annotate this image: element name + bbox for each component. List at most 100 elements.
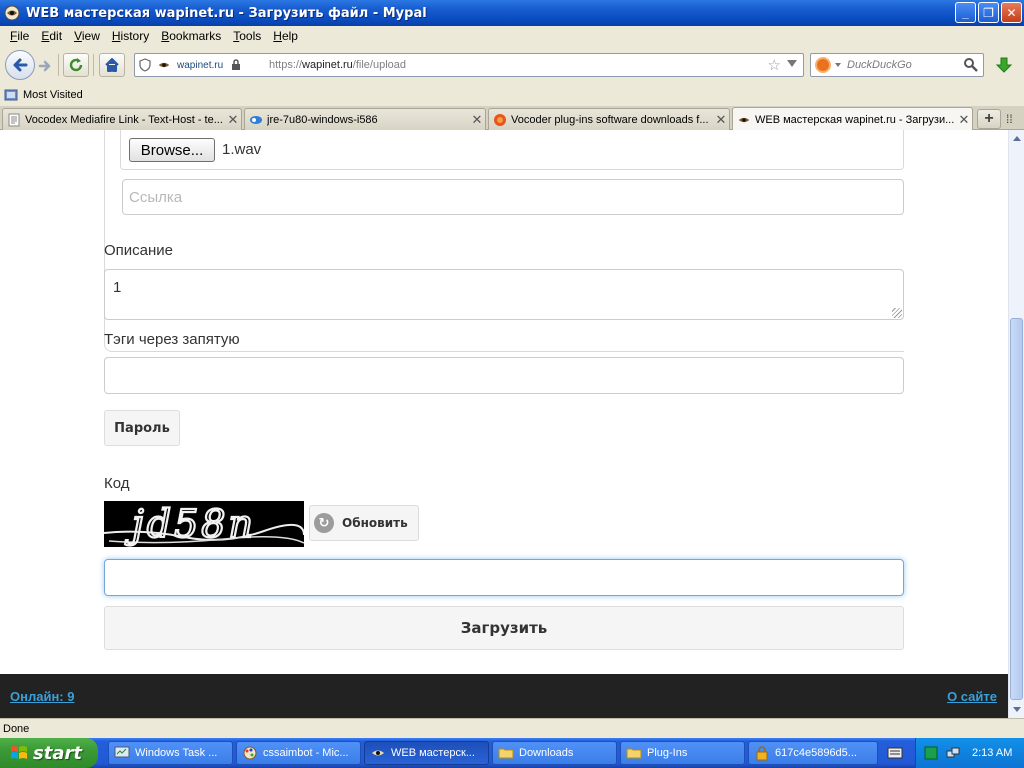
page-icon	[8, 113, 20, 126]
task-windows-task-manager[interactable]: Windows Task ...	[108, 741, 233, 765]
site-identity-button[interactable]: wapinet.ru	[135, 54, 265, 76]
menu-history[interactable]: History	[106, 29, 155, 43]
url-history-dropdown-icon[interactable]	[787, 60, 797, 67]
task-plugins-folder[interactable]: Plug-Ins	[620, 741, 745, 765]
scrollbar-thumb[interactable]	[1010, 318, 1023, 700]
maximize-button[interactable]: ❐	[978, 2, 999, 23]
downloads-button[interactable]	[990, 53, 1018, 77]
download-arrow-icon	[995, 57, 1013, 73]
captcha-text: jd58n	[125, 502, 256, 546]
reload-icon	[69, 58, 83, 72]
home-icon	[105, 58, 119, 72]
browse-file-button[interactable]: Browse...	[129, 138, 215, 162]
menu-view[interactable]: View	[68, 29, 106, 43]
nav-separator	[58, 54, 59, 76]
network-tray-icon[interactable]	[946, 746, 960, 760]
bookmarks-toolbar: Most Visited	[0, 84, 1024, 106]
tab-strip: Vocodex Mediafire Link - Text-Host - te.…	[0, 106, 1024, 131]
scroll-down-icon[interactable]	[1013, 707, 1021, 712]
page-viewport: Browse... 1.wav Описание 1 Тэги через за…	[0, 130, 1008, 718]
tab-title: Vocoder plug-ins software downloads f...	[511, 113, 709, 126]
captcha-code-input[interactable]	[104, 559, 904, 596]
tab-jre[interactable]: jre-7u80-windows-i586 ✕	[244, 108, 486, 130]
tab-vocodex[interactable]: Vocodex Mediafire Link - Text-Host - te.…	[2, 108, 242, 130]
tab-close-icon[interactable]: ✕	[956, 112, 972, 128]
password-button[interactable]: Пароль	[104, 410, 180, 446]
menu-edit[interactable]: Edit	[35, 29, 68, 43]
home-button[interactable]	[99, 53, 125, 77]
search-bar[interactable]: DuckDuckGo	[810, 53, 984, 77]
bookmark-star-icon[interactable]: ☆	[768, 56, 781, 74]
url-bar[interactable]: wapinet.ru https://wapinet.ru/file/uploa…	[134, 53, 804, 77]
tab-wapinet-active[interactable]: WEB мастерская wapinet.ru - Загрузи... ✕	[732, 107, 973, 131]
tags-input[interactable]	[104, 357, 904, 394]
close-window-button[interactable]: ✕	[1001, 2, 1022, 23]
description-textarea[interactable]: 1	[104, 269, 904, 320]
tab-close-icon[interactable]: ✕	[469, 112, 485, 128]
paint-icon	[243, 746, 257, 760]
start-label: start	[33, 742, 82, 764]
upload-submit-button[interactable]: Загрузить	[104, 606, 904, 650]
search-icon[interactable]	[963, 57, 979, 73]
tags-label: Тэги через запятую	[104, 331, 240, 348]
task-manager-icon	[114, 746, 130, 758]
browser-icon	[372, 750, 384, 756]
link-url-input[interactable]	[122, 179, 904, 215]
task-cssaimbot[interactable]: cssaimbot - Mic...	[236, 741, 361, 765]
taskbar-clock[interactable]: 2:13 AM	[972, 747, 1012, 759]
window-titlebar[interactable]: WEB мастерская wapinet.ru - Загрузить фа…	[0, 0, 1024, 26]
captcha-graphic: jd58n	[104, 501, 304, 547]
refresh-captcha-label: Обновить	[342, 516, 408, 530]
menu-tools[interactable]: Tools	[227, 29, 267, 43]
online-count-link[interactable]: Онлайн: 9	[10, 689, 74, 704]
site-identity-label: wapinet.ru	[177, 59, 224, 71]
most-visited-folder-icon	[4, 89, 18, 101]
url-text[interactable]: https://wapinet.ru/file/upload	[269, 59, 406, 71]
scroll-up-icon[interactable]	[1013, 136, 1021, 141]
keyboard-tray-icon[interactable]	[887, 746, 903, 760]
engine-dropdown-icon[interactable]	[835, 63, 841, 67]
tab-close-icon[interactable]: ✕	[713, 112, 729, 128]
refresh-captcha-button[interactable]: ↻ Обновить	[309, 505, 419, 541]
description-value: 1	[113, 279, 122, 296]
menu-help[interactable]: Help	[267, 29, 304, 43]
start-button[interactable]: start	[0, 738, 98, 768]
search-placeholder: DuckDuckGo	[847, 59, 912, 71]
task-downloads-folder[interactable]: Downloads	[492, 741, 617, 765]
textarea-resize-handle[interactable]	[892, 308, 902, 318]
tab-title: Vocodex Mediafire Link - Text-Host - te.…	[25, 113, 223, 126]
about-site-link[interactable]: О сайте	[947, 689, 997, 704]
back-arrow-icon	[13, 58, 28, 72]
mypal-browser-icon	[4, 5, 20, 21]
restore-icon: ❐	[983, 5, 994, 20]
menu-bookmarks[interactable]: Bookmarks	[155, 29, 227, 43]
search-engine-icon[interactable]	[815, 57, 831, 73]
task-web-masterskaya[interactable]: WEB мастерск...	[364, 741, 489, 765]
tab-vocoder[interactable]: Vocoder plug-ins software downloads f...…	[488, 108, 730, 130]
task-617c4e5896d5[interactable]: 617c4e5896d5...	[748, 741, 878, 765]
forward-button[interactable]	[35, 56, 55, 76]
minimize-button[interactable]: _	[955, 2, 976, 23]
padlock-icon	[232, 59, 241, 70]
status-text: Done	[3, 722, 30, 735]
wapinet-icon	[738, 117, 750, 122]
wapinet-favicon-icon	[158, 62, 170, 68]
status-bar: Done	[0, 718, 1024, 738]
window-title: WEB мастерская wapinet.ru - Загрузить фа…	[26, 5, 427, 21]
reload-button[interactable]	[63, 53, 89, 77]
new-tab-button[interactable]: +	[977, 109, 1001, 129]
page-footer: Онлайн: 9 О сайте	[0, 674, 1008, 718]
tab-list-icon[interactable]: ⁞⁞	[1006, 112, 1013, 126]
vertical-scrollbar[interactable]	[1008, 130, 1024, 718]
back-button[interactable]	[5, 50, 35, 80]
tab-title: WEB мастерская wapinet.ru - Загрузи...	[755, 113, 955, 126]
bookmark-most-visited[interactable]: Most Visited	[23, 89, 83, 101]
tab-close-icon[interactable]: ✕	[225, 112, 241, 128]
close-icon: ✕	[1006, 5, 1017, 20]
tracking-shield-icon	[139, 58, 151, 72]
navigation-toolbar: wapinet.ru https://wapinet.ru/file/uploa…	[0, 46, 1024, 84]
menu-file[interactable]: File	[4, 29, 35, 43]
windows-logo-icon	[11, 746, 27, 759]
captcha-image: jd58n	[104, 501, 304, 547]
green-app-tray-icon[interactable]	[924, 746, 938, 760]
